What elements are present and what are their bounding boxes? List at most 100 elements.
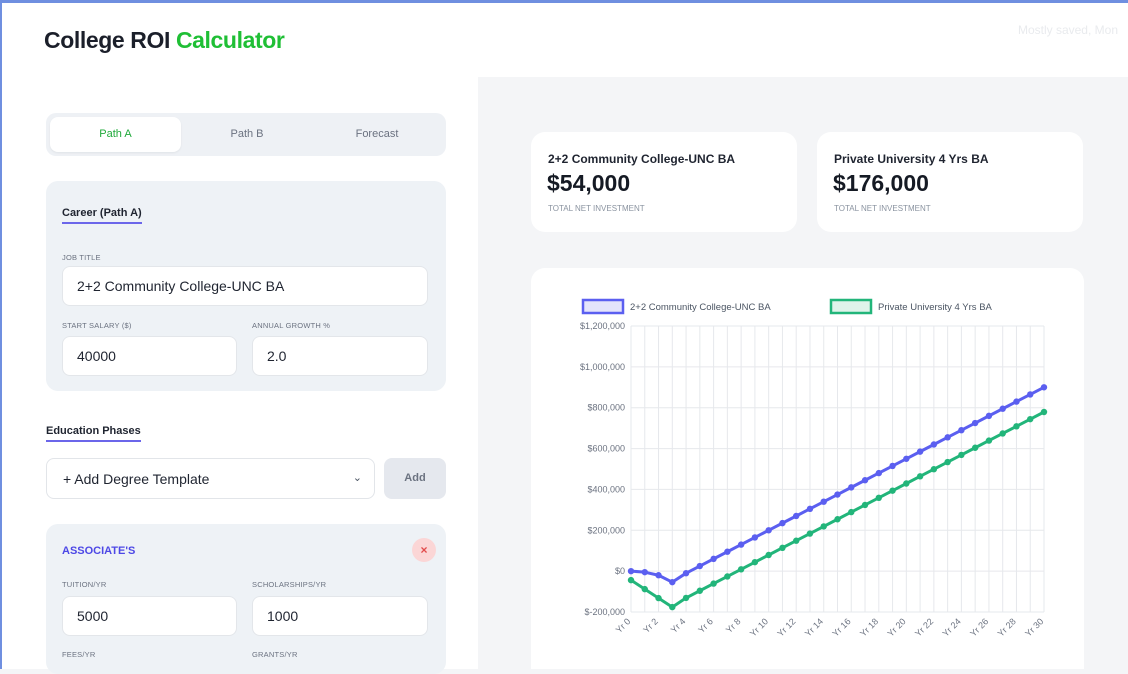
series-2-point — [737, 566, 745, 573]
summary-name: 2+2 Community College-UNC BA — [548, 152, 736, 166]
grants-label: GRANTS/YR — [252, 650, 298, 659]
education-phases-title: Education Phases — [46, 425, 141, 442]
x-tick-label: Yr 0 — [614, 616, 633, 635]
series-2-point — [1013, 423, 1020, 430]
x-tick-label: Yr 18 — [858, 616, 880, 638]
series-2-point — [696, 587, 704, 594]
degree-template-select-value: + Add Degree Template — [63, 470, 210, 487]
tab-forecast[interactable]: Forecast — [312, 117, 442, 152]
series-1-point — [1027, 391, 1034, 398]
series-2-point — [889, 487, 896, 494]
series-2-point — [751, 558, 759, 566]
series-1-point — [1040, 384, 1048, 391]
series-1-point — [655, 572, 662, 579]
series-1-point — [779, 519, 786, 527]
x-tick-label: Yr 6 — [696, 616, 715, 635]
series-2-point — [1040, 408, 1048, 416]
series-2-point — [958, 451, 965, 459]
series-2-point — [765, 551, 772, 559]
series-2-point — [916, 473, 924, 480]
series-1-point — [669, 578, 676, 586]
y-tick-label: $1,000,000 — [580, 362, 625, 372]
career-section-title: Career (Path A) — [62, 207, 142, 224]
tab-path-a[interactable]: Path A — [50, 117, 181, 152]
app-title-part2: Calculator — [175, 27, 285, 53]
series-2-point — [903, 480, 910, 487]
series-1-point — [1013, 398, 1020, 405]
tuition-input[interactable]: 5000 — [62, 596, 237, 636]
inputs-panel: Path A Path B Forecast Career (Path A) J… — [2, 77, 478, 674]
job-title-input[interactable]: 2+2 Community College-UNC BA — [62, 266, 428, 306]
series-1-point — [820, 498, 827, 505]
x-tick-label: Yr 12 — [775, 616, 797, 638]
start-salary-input[interactable]: 40000 — [62, 336, 237, 376]
series-2-point — [779, 544, 786, 552]
x-tick-label: Yr 10 — [748, 616, 770, 638]
add-degree-button[interactable]: Add — [384, 458, 446, 499]
series-2-point — [724, 573, 731, 580]
series-1-point — [682, 569, 690, 577]
summary-value: $54,000 — [547, 170, 631, 196]
series-1-point — [765, 527, 772, 534]
series-1-point — [793, 512, 800, 520]
job-title-label: JOB TITLE — [62, 253, 101, 262]
series-1-point — [916, 448, 924, 455]
series-1-point — [627, 567, 635, 575]
remove-phase-button[interactable]: × — [412, 538, 436, 562]
series-2-point — [806, 530, 814, 537]
legend-label-1: 2+2 Community College-UNC BA — [630, 302, 771, 313]
y-tick-label: $600,000 — [587, 444, 625, 454]
series-2-point — [641, 585, 648, 593]
legend-label-2: Private University 4 Yrs BA — [878, 302, 993, 313]
series-2-point — [793, 537, 800, 544]
x-tick-label: Yr 2 — [641, 616, 660, 635]
summary-subtitle: TOTAL NET INVESTMENT — [834, 204, 931, 213]
series-2-point — [985, 437, 993, 444]
scholarships-label: SCHOLARSHIPS/YR — [252, 580, 327, 589]
series-2-point — [1027, 415, 1034, 423]
series-2-point — [999, 430, 1006, 437]
series-1-point — [985, 412, 993, 420]
series-1-point — [958, 426, 965, 434]
x-tick-label: Yr 30 — [1023, 616, 1045, 638]
series-1-point — [806, 505, 814, 513]
series-2-point — [861, 501, 869, 509]
x-tick-label: Yr 24 — [941, 616, 963, 638]
series-1-point — [696, 562, 704, 570]
series-2-point — [655, 594, 662, 602]
associates-phase-card: ASSOCIATE'S × TUITION/YR 5000 SCHOLARSHI… — [46, 524, 446, 674]
x-tick-label: Yr 16 — [830, 616, 852, 638]
series-1-point — [861, 477, 869, 484]
y-tick-label: $0 — [615, 566, 625, 576]
y-tick-label: $1,200,000 — [580, 321, 625, 331]
series-1-point — [710, 555, 717, 563]
annual-growth-input[interactable]: 2.0 — [252, 336, 428, 376]
series-2-point — [710, 580, 717, 587]
series-1-point — [999, 405, 1006, 412]
series-1-point — [875, 469, 882, 477]
summary-value: $176,000 — [833, 170, 929, 196]
series-1-point — [930, 441, 938, 448]
app-title-part1: College ROI — [44, 27, 170, 53]
scholarships-input[interactable]: 1000 — [252, 596, 428, 636]
series-2-point — [944, 458, 951, 466]
tuition-label: TUITION/YR — [62, 580, 107, 589]
chevron-down-icon: ⌄ — [352, 472, 362, 484]
tab-path-b[interactable]: Path B — [182, 117, 312, 152]
fees-label: FEES/YR — [62, 650, 96, 659]
series-1-point — [834, 491, 841, 498]
series-1-point — [889, 462, 896, 470]
degree-template-select[interactable]: + Add Degree Template ⌄ — [46, 458, 375, 499]
series-2-point — [848, 508, 855, 516]
x-tick-label: Yr 28 — [996, 616, 1018, 638]
app-title: College ROI Calculator — [44, 27, 285, 54]
series-2-point — [971, 444, 979, 451]
summary-subtitle: TOTAL NET INVESTMENT — [548, 204, 645, 213]
y-tick-label: $-200,000 — [584, 607, 625, 617]
roi-chart-card: $-200,000 $0 $200,000 $400,000 $600,000 $800,… — [531, 268, 1084, 669]
series-1-point — [944, 434, 951, 441]
annual-growth-label: ANNUAL GROWTH % — [252, 321, 331, 330]
legend-swatch-1 — [581, 298, 625, 315]
path-tabs: Path A Path B Forecast — [46, 113, 446, 156]
series-2-point — [834, 516, 841, 523]
